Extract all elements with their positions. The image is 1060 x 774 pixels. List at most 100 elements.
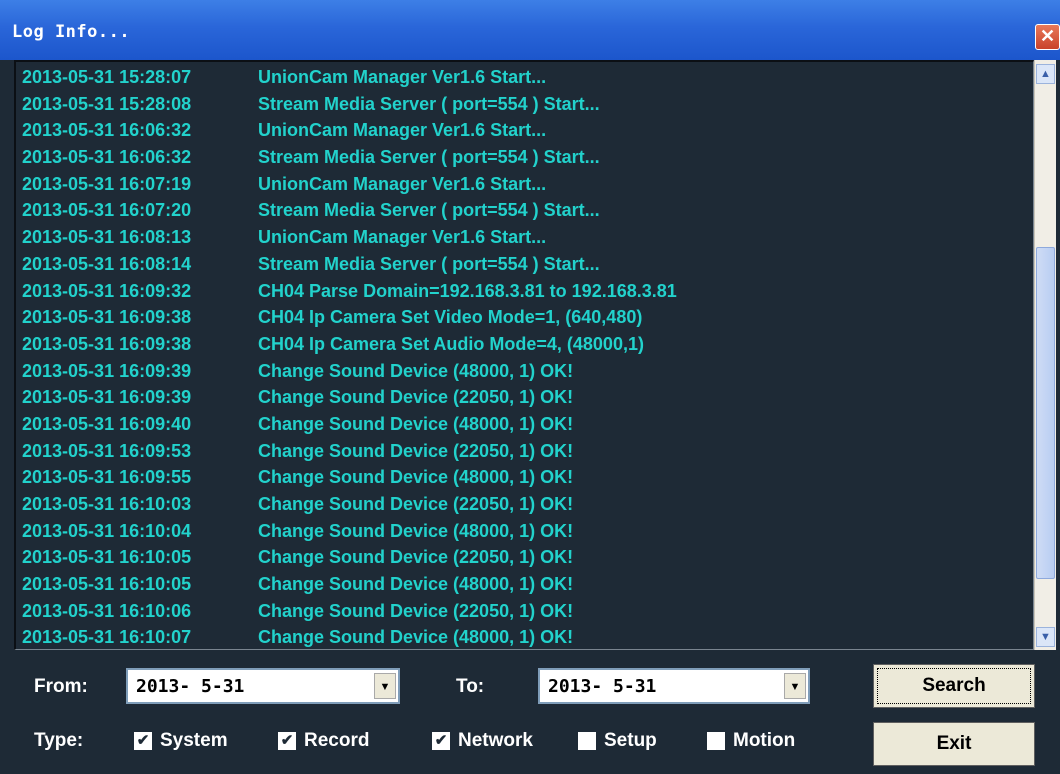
- log-entry: 2013-05-31 16:06:32 Stream Media Server (…: [22, 144, 677, 171]
- log-entry: 2013-05-31 16:10:03 Change Sound Device (…: [22, 491, 677, 518]
- log-message: Change Sound Device (22050, 1) OK!: [258, 387, 574, 408]
- type-motion-label: Motion: [733, 730, 796, 751]
- log-timestamp: 2013-05-31 16:09:39: [22, 387, 192, 408]
- log-entry: 2013-05-31 16:09:55 Change Sound Device (…: [22, 464, 677, 491]
- log-message: Stream Media Server ( port=554 ) Start..…: [258, 93, 600, 114]
- log-message: Stream Media Server ( port=554 ) Start..…: [258, 253, 600, 274]
- log-timestamp: 2013-05-31 16:09:40: [22, 413, 192, 434]
- log-list[interactable]: 2013-05-31 15:28:07 UnionCam Manager Ver1…: [14, 60, 1034, 650]
- log-timestamp: 2013-05-31 16:08:13: [22, 227, 192, 248]
- log-entry: 2013-05-31 16:07:19 UnionCam Manager Ver1…: [22, 171, 677, 198]
- log-timestamp: 2013-05-31 15:28:07: [22, 67, 192, 87]
- type-system-label: System: [160, 730, 228, 751]
- log-message: UnionCam Manager Ver1.6 Start...: [258, 120, 547, 141]
- log-lines: 2013-05-31 15:28:07 UnionCam Manager Ver1…: [22, 64, 677, 649]
- log-timestamp: 2013-05-31 16:09:38: [22, 307, 192, 328]
- log-message: Stream Media Server ( port=554 ) Start..…: [258, 200, 600, 221]
- log-entry: 2013-05-31 16:10:04 Change Sound Device (…: [22, 518, 677, 545]
- log-message: UnionCam Manager Ver1.6 Start...: [258, 67, 547, 87]
- log-message: Change Sound Device (48000, 1) OK!: [258, 413, 574, 434]
- log-timestamp: 2013-05-31 16:06:32: [22, 120, 192, 141]
- log-message: Stream Media Server ( port=554 ) Start..…: [258, 147, 600, 168]
- checkbox-record[interactable]: ✔: [278, 732, 296, 750]
- log-timestamp: 2013-05-31 16:09:32: [22, 280, 192, 301]
- checkbox-motion[interactable]: [707, 732, 725, 750]
- log-message: CH04 Ip Camera Set Video Mode=1, (640,48…: [258, 307, 643, 328]
- log-entry: 2013-05-31 16:10:06 Change Sound Device (…: [22, 598, 677, 625]
- checkbox-system[interactable]: ✔: [134, 732, 152, 750]
- log-entry: 2013-05-31 16:08:14 Stream Media Server (…: [22, 251, 677, 278]
- log-message: Change Sound Device (22050, 1) OK!: [258, 600, 574, 621]
- log-entry: 2013-05-31 16:09:39 Change Sound Device (…: [22, 358, 677, 385]
- log-message: Change Sound Device (48000, 1) OK!: [258, 520, 574, 541]
- from-date-value: 2013- 5-31: [136, 676, 245, 697]
- type-setup-label: Setup: [604, 730, 657, 751]
- exit-button[interactable]: Exit: [873, 722, 1035, 766]
- to-date-value: 2013- 5-31: [548, 676, 657, 697]
- scroll-thumb[interactable]: [1036, 247, 1055, 579]
- checkbox-network[interactable]: ✔: [432, 732, 450, 750]
- log-message: CH04 Ip Camera Set Audio Mode=4, (48000,…: [258, 333, 644, 354]
- type-checkbox-record[interactable]: ✔ Record: [278, 728, 369, 754]
- from-label: From:: [34, 676, 88, 697]
- window-title: Log Info...: [12, 22, 131, 42]
- log-entry: 2013-05-31 16:09:32 CH04 Parse Domain=192…: [22, 278, 677, 305]
- log-message: Change Sound Device (48000, 1) OK!: [258, 574, 574, 595]
- log-entry: 2013-05-31 16:06:32 UnionCam Manager Ver1…: [22, 117, 677, 144]
- log-timestamp: 2013-05-31 16:10:06: [22, 600, 192, 621]
- scroll-up-icon[interactable]: ▲: [1036, 64, 1055, 84]
- log-message: Change Sound Device (48000, 1) OK!: [258, 627, 574, 648]
- log-scrollbar[interactable]: ▲ ▼: [1034, 60, 1056, 650]
- to-date-select[interactable]: 2013- 5-31 ▼: [538, 668, 810, 704]
- type-network-label: Network: [458, 730, 533, 751]
- title-bar[interactable]: Log Info... ✕: [0, 0, 1060, 60]
- search-button[interactable]: Search: [873, 664, 1035, 708]
- log-entry: 2013-05-31 16:10:05 Change Sound Device (…: [22, 544, 677, 571]
- chevron-down-icon[interactable]: ▼: [784, 673, 806, 699]
- log-entry: 2013-05-31 16:08:13 UnionCam Manager Ver1…: [22, 224, 677, 251]
- log-entry: 2013-05-31 16:09:40 Change Sound Device (…: [22, 411, 677, 438]
- log-entry: 2013-05-31 16:07:20 Stream Media Server (…: [22, 197, 677, 224]
- log-info-window: Log Info... ✕ 2013-05-31 15:28:07 UnionCa…: [0, 0, 1060, 774]
- log-message: UnionCam Manager Ver1.6 Start...: [258, 227, 547, 248]
- log-entry: 2013-05-31 16:09:53 Change Sound Device (…: [22, 438, 677, 465]
- close-icon[interactable]: ✕: [1035, 24, 1060, 50]
- log-message: Change Sound Device (22050, 1) OK!: [258, 494, 574, 514]
- type-checkbox-system[interactable]: ✔ System: [134, 728, 228, 754]
- log-timestamp: 2013-05-31 16:07:20: [22, 200, 192, 221]
- chevron-down-icon[interactable]: ▼: [374, 673, 396, 699]
- log-entry: 2013-05-31 16:10:05 Change Sound Device (…: [22, 571, 677, 598]
- log-timestamp: 2013-05-31 16:09:55: [22, 467, 192, 488]
- log-timestamp: 2013-05-31 16:09:53: [22, 440, 192, 461]
- log-timestamp: 2013-05-31 16:10:07: [22, 627, 192, 648]
- from-date-select[interactable]: 2013- 5-31 ▼: [126, 668, 400, 704]
- type-checkbox-motion[interactable]: Motion: [707, 728, 795, 754]
- to-label: To:: [456, 676, 485, 697]
- log-entry: 2013-05-31 16:09:39 Change Sound Device (…: [22, 384, 677, 411]
- log-message: Change Sound Device (22050, 1) OK!: [258, 440, 574, 461]
- log-timestamp: 2013-05-31 16:07:19: [22, 173, 192, 194]
- log-entry: 2013-05-31 15:28:07 UnionCam Manager Ver1…: [22, 64, 677, 91]
- log-timestamp: 2013-05-31 16:09:38: [22, 333, 192, 354]
- scroll-down-icon[interactable]: ▼: [1036, 627, 1055, 647]
- log-timestamp: 2013-05-31 16:10:03: [22, 494, 192, 514]
- log-timestamp: 2013-05-31 16:10:05: [22, 547, 192, 568]
- log-timestamp: 2013-05-31 16:06:32: [22, 147, 192, 168]
- type-checkbox-network[interactable]: ✔ Network: [432, 728, 533, 754]
- log-timestamp: 2013-05-31 16:08:14: [22, 253, 192, 274]
- type-checkbox-setup[interactable]: Setup: [578, 728, 657, 754]
- log-timestamp: 2013-05-31 16:10:05: [22, 574, 192, 595]
- log-message: Change Sound Device (22050, 1) OK!: [258, 547, 574, 568]
- log-timestamp: 2013-05-31 16:10:04: [22, 520, 192, 541]
- type-label: Type:: [34, 730, 84, 751]
- checkbox-setup[interactable]: [578, 732, 596, 750]
- log-message: CH04 Parse Domain=192.168.3.81 to 192.16…: [258, 280, 677, 301]
- log-entry: 2013-05-31 16:09:38 CH04 Ip Camera Set Au…: [22, 331, 677, 358]
- log-message: Change Sound Device (48000, 1) OK!: [258, 360, 574, 381]
- log-timestamp: 2013-05-31 16:09:39: [22, 360, 192, 381]
- log-message: UnionCam Manager Ver1.6 Start...: [258, 173, 547, 194]
- log-message: Change Sound Device (48000, 1) OK!: [258, 467, 574, 488]
- type-record-label: Record: [304, 730, 370, 751]
- log-timestamp: 2013-05-31 15:28:08: [22, 93, 192, 114]
- log-entry: 2013-05-31 16:09:38 CH04 Ip Camera Set Vi…: [22, 304, 677, 331]
